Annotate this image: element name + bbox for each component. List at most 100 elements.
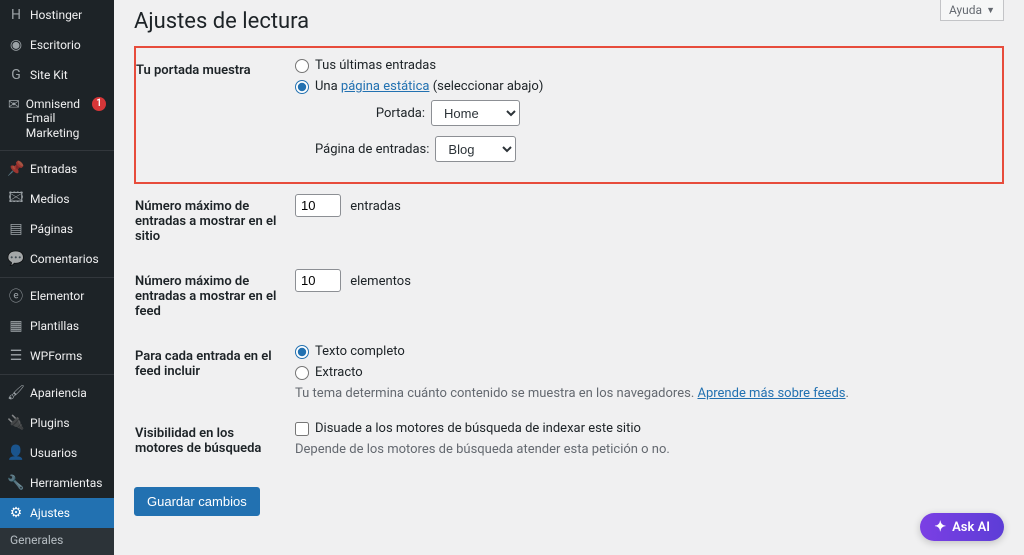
sidebar-item-label: Elementor (30, 289, 84, 303)
search-visibility-row: Visibilidad en los motores de búsqueda D… (135, 411, 1003, 471)
sidebar-item-plugins[interactable]: 🔌 Plugins (0, 408, 114, 438)
sidebar-item-media[interactable]: 🖾 Medios (0, 184, 114, 214)
sidebar-item-label: Omnisend Email Marketing (26, 97, 84, 140)
sidebar-item-users[interactable]: 👤 Usuarios (0, 438, 114, 468)
media-icon: 🖾 (8, 191, 24, 207)
posts-page-label: Página de entradas: (315, 142, 429, 157)
posts-per-rss-input[interactable] (295, 269, 341, 292)
front-page-select-row: Portada: Home (315, 100, 992, 126)
sidebar-item-sitekit[interactable]: G Site Kit (0, 60, 114, 90)
dashboard-icon: ◉ (8, 37, 24, 53)
sidebar-item-dashboard[interactable]: ◉ Escritorio (0, 30, 114, 60)
posts-per-page-label: Número máximo de entradas a mostrar en e… (135, 183, 295, 259)
sidebar-item-posts[interactable]: 📌 Entradas (0, 154, 114, 184)
search-visibility-label: Visibilidad en los motores de búsqueda (135, 411, 295, 471)
comment-icon: 💬 (8, 251, 24, 267)
posts-per-rss-suffix: elementos (350, 274, 411, 289)
sidebar-item-tools[interactable]: 🔧 Herramientas (0, 468, 114, 498)
sidebar-item-label: Páginas (30, 222, 73, 236)
posts-page-select[interactable]: Blog (435, 136, 516, 162)
sidebar-item-label: Usuarios (30, 446, 77, 460)
pages-icon: ▤ (8, 221, 24, 237)
feed-excerpt-option[interactable]: Extracto (295, 365, 993, 380)
sidebar-item-label: Plantillas (30, 319, 79, 333)
sidebar-item-label: Plugins (30, 416, 70, 430)
notification-badge: 1 (92, 97, 106, 111)
feed-content-label: Para cada entrada en el feed incluir (135, 334, 295, 411)
ask-ai-label: Ask AI (952, 520, 990, 535)
reading-settings-form: Tu portada muestra Tus últimas entradas … (134, 46, 1004, 471)
radio-label: Texto completo (315, 344, 405, 359)
plugin-icon: 🔌 (8, 415, 24, 431)
sidebar-item-label: Entradas (30, 162, 77, 176)
sidebar-item-omnisend[interactable]: ✉ Omnisend Email Marketing 1 (0, 90, 114, 147)
save-changes-button[interactable]: Guardar cambios (134, 487, 260, 516)
learn-feeds-link[interactable]: Aprende más sobre feeds (697, 386, 845, 401)
posts-per-rss-label: Número máximo de entradas a mostrar en e… (135, 259, 295, 334)
sidebar-item-label: WPForms (30, 349, 82, 363)
sidebar-item-appearance[interactable]: 🖌 Apariencia (0, 378, 114, 408)
feed-content-description: Tu tema determina cuánto contenido se mu… (295, 386, 993, 401)
sidebar-item-elementor[interactable]: ⓔ Elementor (0, 281, 114, 311)
sidebar-item-hostinger[interactable]: H Hostinger (0, 0, 114, 30)
menu-separator (0, 277, 114, 278)
gear-icon: ⚙ (8, 505, 24, 521)
submenu-general[interactable]: Generales (0, 528, 114, 552)
radio-label: Una página estática (seleccionar abajo) (315, 79, 543, 94)
wrench-icon: 🔧 (8, 475, 24, 491)
radio-label: Extracto (315, 365, 363, 380)
menu-separator (0, 150, 114, 151)
posts-per-page-input[interactable] (295, 194, 341, 217)
templates-icon: ▦ (8, 318, 24, 334)
homepage-option-latest[interactable]: Tus últimas entradas (295, 58, 992, 73)
posts-per-rss-row: Número máximo de entradas a mostrar en e… (135, 259, 1003, 334)
feed-full-option[interactable]: Texto completo (295, 344, 993, 359)
radio-latest-posts[interactable] (295, 59, 309, 73)
search-visibility-description: Depende de los motores de búsqueda atend… (295, 442, 993, 457)
discourage-search-checkbox[interactable] (295, 422, 309, 436)
checkbox-label: Disuade a los motores de búsqueda de ind… (315, 421, 641, 436)
homepage-setting-row: Tu portada muestra Tus últimas entradas … (135, 47, 1003, 183)
sidebar-item-label: Comentarios (30, 252, 99, 266)
homepage-option-static[interactable]: Una página estática (seleccionar abajo) (295, 79, 992, 94)
radio-static-page[interactable] (295, 80, 309, 94)
radio-label: Tus últimas entradas (315, 58, 436, 73)
help-tab[interactable]: Ayuda ▼ (940, 0, 1004, 21)
homepage-label: Tu portada muestra (135, 47, 295, 183)
help-label: Ayuda (949, 3, 982, 17)
sidebar-item-label: Site Kit (30, 68, 68, 82)
feed-content-row: Para cada entrada en el feed incluir Tex… (135, 334, 1003, 411)
sidebar-item-templates[interactable]: ▦ Plantillas (0, 311, 114, 341)
menu-separator (0, 374, 114, 375)
mail-icon: ✉ (8, 97, 20, 113)
google-icon: G (8, 67, 24, 83)
radio-excerpt[interactable] (295, 366, 309, 380)
sidebar-item-label: Hostinger (30, 8, 82, 22)
hostinger-icon: H (8, 7, 24, 23)
static-page-link[interactable]: página estática (341, 79, 430, 94)
sidebar-item-label: Apariencia (30, 386, 87, 400)
front-page-select[interactable]: Home (431, 100, 520, 126)
chevron-down-icon: ▼ (986, 5, 995, 16)
sidebar-item-pages[interactable]: ▤ Páginas (0, 214, 114, 244)
sidebar-item-wpforms[interactable]: ☰ WPForms (0, 341, 114, 371)
posts-page-select-row: Página de entradas: Blog (315, 136, 992, 162)
radio-full-text[interactable] (295, 345, 309, 359)
front-page-label: Portada: (315, 106, 425, 121)
admin-sidebar: H Hostinger ◉ Escritorio G Site Kit ✉ Om… (0, 0, 114, 555)
posts-per-page-row: Número máximo de entradas a mostrar en e… (135, 183, 1003, 259)
settings-submenu: Generales Escritura Lectura Comentarios … (0, 528, 114, 555)
brush-icon: 🖌 (8, 385, 24, 401)
page-title: Ajustes de lectura (134, 0, 1004, 38)
sidebar-item-comments[interactable]: 💬 Comentarios (0, 244, 114, 274)
posts-per-page-suffix: entradas (350, 199, 401, 214)
sidebar-item-settings[interactable]: ⚙ Ajustes (0, 498, 114, 528)
sidebar-item-label: Escritorio (30, 38, 81, 52)
discourage-search-option[interactable]: Disuade a los motores de búsqueda de ind… (295, 421, 993, 436)
pin-icon: 📌 (8, 161, 24, 177)
wpforms-icon: ☰ (8, 348, 24, 364)
elementor-icon: ⓔ (8, 288, 24, 304)
ask-ai-button[interactable]: ✦ Ask AI (920, 513, 1004, 541)
sidebar-item-label: Ajustes (30, 506, 70, 520)
sidebar-item-label: Herramientas (30, 476, 102, 490)
